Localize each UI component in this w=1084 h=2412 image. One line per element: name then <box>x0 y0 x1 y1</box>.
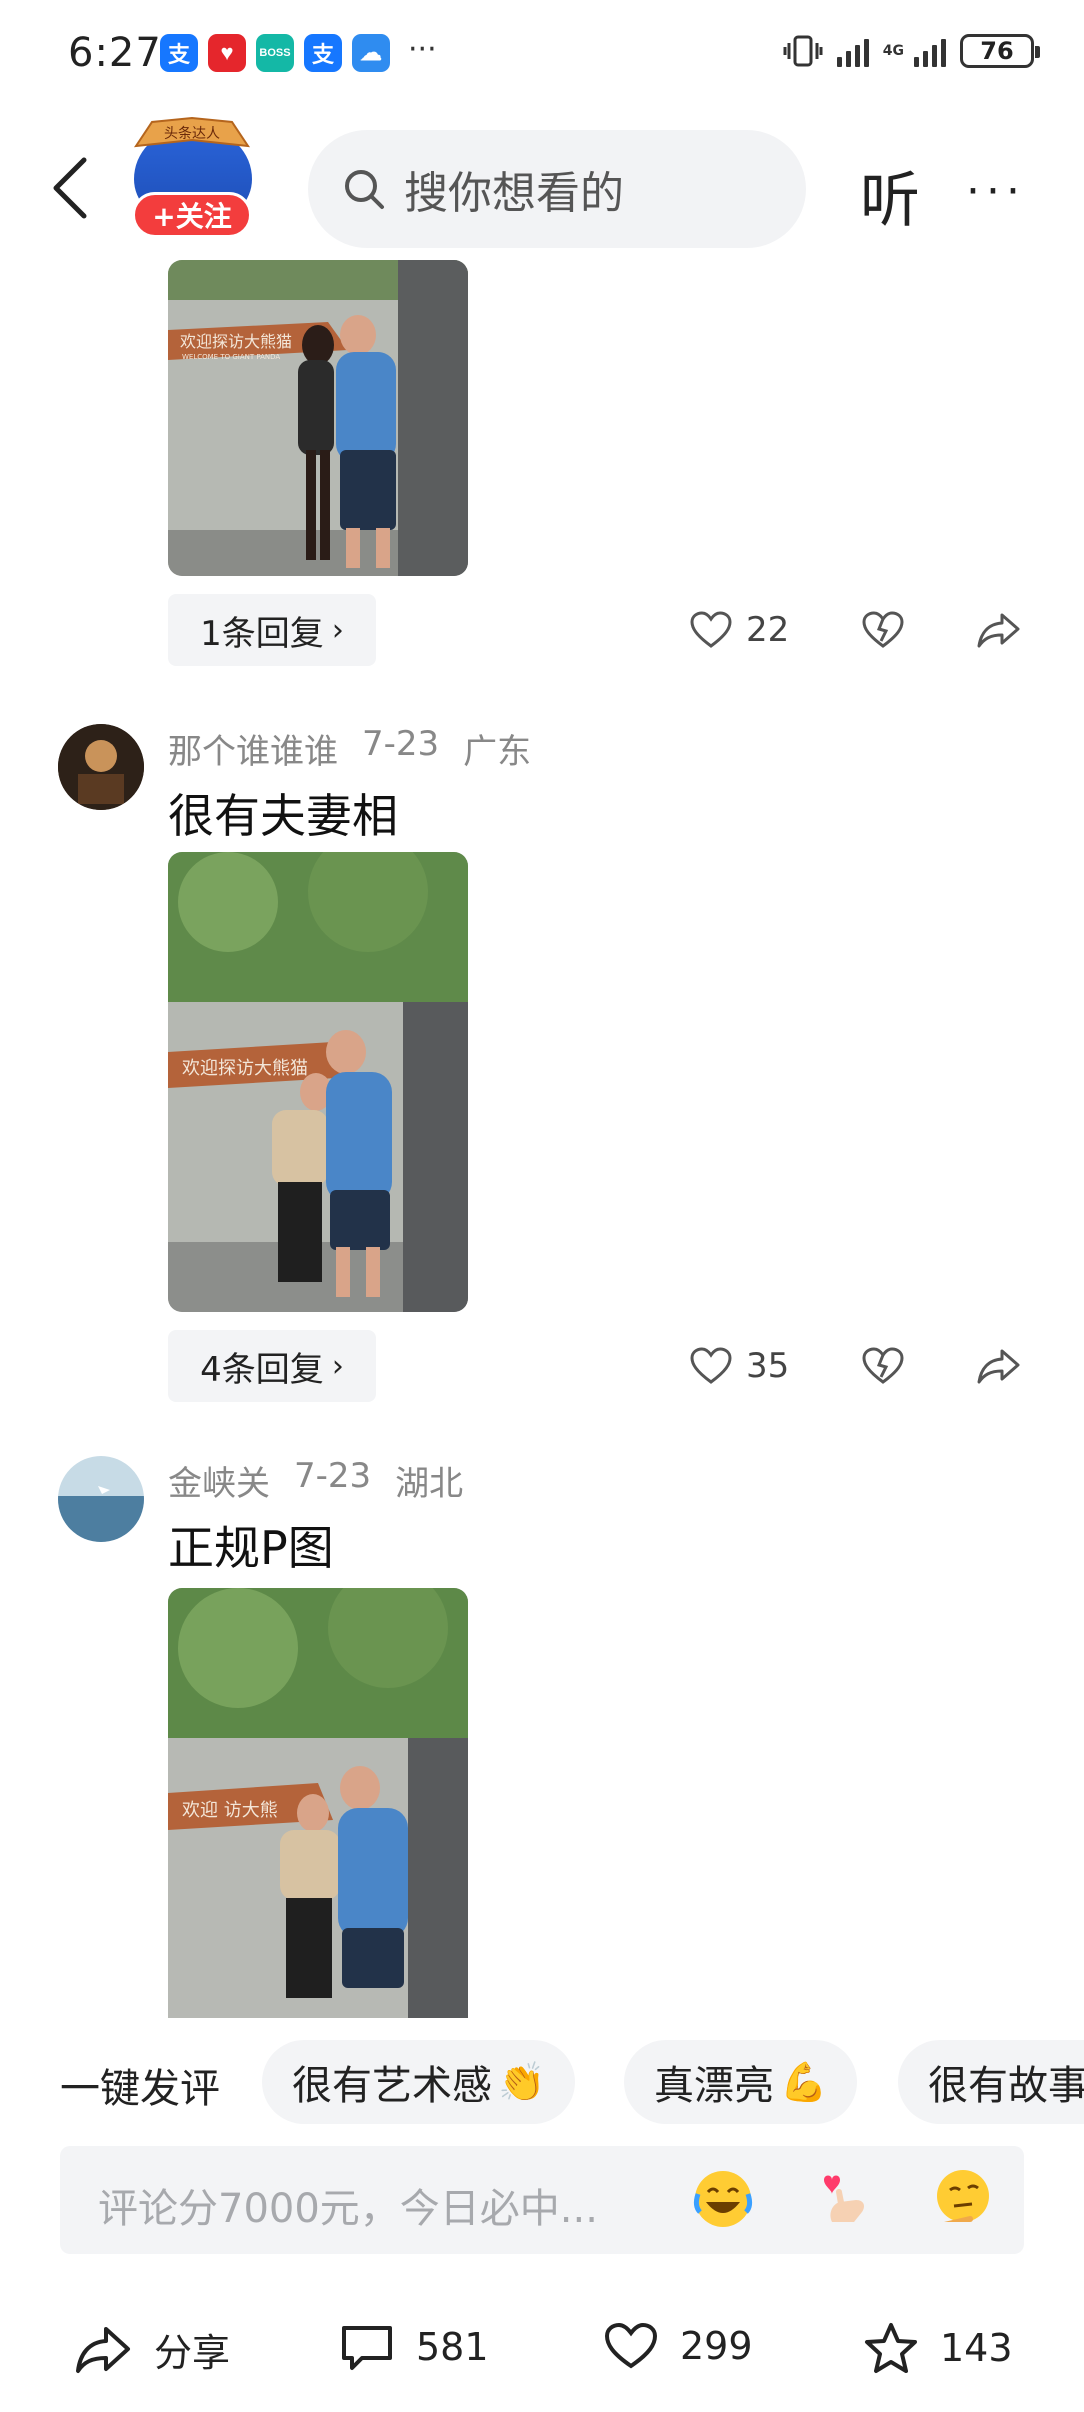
likes-count: 299 <box>680 2324 753 2368</box>
like-button[interactable]: 22 <box>690 610 789 650</box>
view-replies-button[interactable]: 4条回复 › <box>168 1330 376 1402</box>
clapping-hands-icon: 👏 <box>498 2059 546 2104</box>
share-button[interactable]: 分享 <box>74 2322 230 2377</box>
comment-bubble-icon <box>342 2326 392 2370</box>
status-bar: 6:27 支 ♥ BOSS 支 ☁ ··· 4G 76 <box>0 0 1084 100</box>
laughing-crying-emoji-icon[interactable] <box>690 2166 756 2232</box>
heart-icon <box>690 1347 732 1384</box>
chevron-right-icon: › <box>331 612 344 648</box>
back-arrow-icon[interactable] <box>48 156 92 220</box>
comment-date: 7-23 <box>362 724 440 764</box>
like-count: 22 <box>746 610 790 650</box>
comments-button[interactable]: 581 <box>340 2322 489 2372</box>
search-placeholder: 搜你想看的 <box>404 168 624 219</box>
weather-app-icon: ☁ <box>352 34 390 72</box>
favorites-count: 143 <box>940 2326 1013 2370</box>
boss-app-icon: BOSS <box>256 34 294 72</box>
signal-icon <box>836 35 869 67</box>
comment-text: 很有夫妻相 <box>168 789 398 843</box>
badge-text: 头条达人 <box>164 125 220 142</box>
reply-count: 1条回复 <box>200 613 324 654</box>
signal-icon-2 <box>914 35 946 67</box>
quick-reply-chip[interactable]: 真漂亮 💪 <box>624 2040 858 2124</box>
comment-actions: 35 <box>690 1336 1030 1396</box>
commenter-name[interactable]: 金峡关 <box>168 1456 270 1505</box>
more-options-button[interactable]: ··· <box>966 166 1026 217</box>
broken-heart-icon[interactable] <box>862 1347 904 1385</box>
notification-icons: 支 ♥ BOSS 支 ☁ ··· <box>160 31 437 72</box>
sign-text: 欢迎探访大熊猫 <box>182 1058 308 1079</box>
sign-subtext: WELCOME TO GIANT PANDA <box>182 353 280 361</box>
comment-actions: 22 <box>690 600 1030 660</box>
quick-reply-label: 一键发评 <box>60 2066 220 2112</box>
search-bar[interactable]: 搜你想看的 <box>308 130 806 248</box>
view-replies-button[interactable]: 1条回复 › <box>168 594 376 666</box>
comment-image[interactable]: 欢迎 访大熊 <box>168 1588 468 2018</box>
quick-reply-chip[interactable]: 很有艺术感 👏 <box>262 2040 576 2124</box>
share-label: 分享 <box>154 2331 231 2375</box>
top-bar: 头条达人 +关注 搜你想看的 听 ··· <box>0 108 1084 258</box>
commenter-name[interactable]: 那个谁谁谁 <box>168 724 338 773</box>
comment-input-placeholder: 评论分7000元，今日必中... <box>98 2186 598 2232</box>
alipay-app-icon: 支 <box>160 34 198 72</box>
comment-region: 广东 <box>463 732 532 772</box>
broken-heart-icon[interactable] <box>862 611 904 649</box>
comment-image[interactable]: 欢迎探访大熊猫 <box>168 852 468 1312</box>
share-icon[interactable] <box>976 611 1022 649</box>
flexed-bicep-icon: 💪 <box>780 2059 828 2104</box>
comment-input[interactable]: 评论分7000元，今日必中... <box>60 2146 1024 2254</box>
like-button[interactable]: 35 <box>690 1346 789 1386</box>
comment-meta: 金峡关 7-23 湖北 <box>168 1456 463 1505</box>
favorite-button[interactable]: 143 <box>864 2322 1013 2374</box>
comment-date: 7-23 <box>294 1456 372 1496</box>
battery-icon: 76 <box>960 34 1040 68</box>
crown-badge-icon: 头条达人 <box>133 116 251 148</box>
follow-button[interactable]: +关注 <box>132 192 252 238</box>
finger-heart-emoji-icon[interactable] <box>810 2166 876 2232</box>
commenter-avatar[interactable] <box>58 724 144 810</box>
listen-button[interactable]: 听 <box>860 152 920 239</box>
quick-reply-bar: 一键发评 很有艺术感 👏 真漂亮 💪 很有故事 <box>0 2030 1084 2130</box>
vibrate-icon <box>783 35 823 67</box>
heart-icon <box>690 611 732 648</box>
heart-app-icon: ♥ <box>208 34 246 72</box>
comment-image[interactable]: 欢迎探访大熊猫 WELCOME TO GIANT PANDA <box>168 260 468 576</box>
like-button[interactable]: 299 <box>604 2322 753 2370</box>
commenter-avatar[interactable] <box>58 1456 144 1542</box>
alipay-app-icon-2: 支 <box>304 34 342 72</box>
comment-meta: 那个谁谁谁 7-23 广东 <box>168 724 531 773</box>
sign-text: 欢迎探访大熊猫 <box>180 332 292 351</box>
comments-count: 581 <box>416 2325 489 2369</box>
share-icon[interactable] <box>976 1347 1022 1385</box>
bottom-action-bar: 分享 581 299 143 <box>0 2298 1084 2408</box>
star-icon <box>865 2323 917 2373</box>
thinking-face-emoji-icon[interactable] <box>930 2166 996 2232</box>
comment-text: 正规P图 <box>168 1521 334 1575</box>
heart-icon <box>604 2322 658 2369</box>
status-time: 6:27 <box>68 30 162 76</box>
reply-count: 4条回复 <box>200 1349 324 1390</box>
sign-text: 欢迎 访大熊 <box>182 1800 278 1821</box>
quick-reply-chip[interactable]: 很有故事 <box>898 2040 1084 2124</box>
like-count: 35 <box>746 1346 790 1386</box>
network-type-label: 4G <box>882 43 904 59</box>
share-icon <box>76 2326 130 2373</box>
comment-region: 湖北 <box>395 1464 464 1504</box>
more-notifications-icon: ··· <box>408 31 437 67</box>
search-icon <box>345 170 384 209</box>
chevron-right-icon: › <box>331 1348 344 1384</box>
